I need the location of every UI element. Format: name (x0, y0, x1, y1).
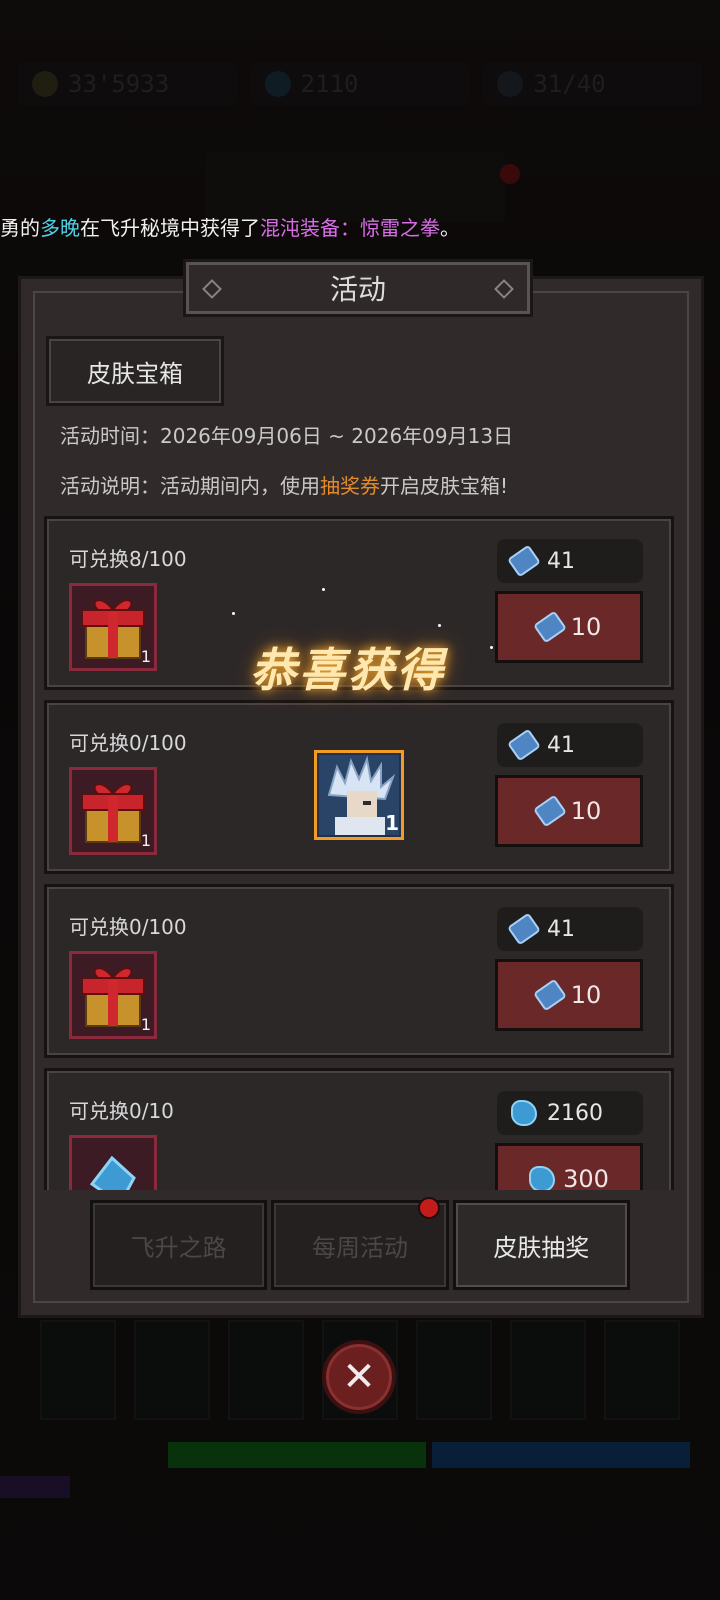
owned-count: 2160 (547, 1100, 603, 1126)
sparkle (490, 646, 493, 649)
exchange-card: 可兑换0/100 1 41 10 (44, 884, 674, 1058)
activity-description: 活动说明：活动期间内，使用抽奖券开启皮肤宝箱! (60, 470, 508, 499)
tab-skin-lottery[interactable]: 皮肤抽奖 (452, 1200, 630, 1290)
exchange-limit: 可兑换0/100 (69, 915, 187, 939)
tab-weekly-activity[interactable]: 每周活动 (271, 1197, 449, 1290)
desc-highlight: 抽奖券 (320, 474, 380, 498)
ticket-icon (507, 728, 541, 762)
sparkle (438, 624, 441, 627)
reward-quantity: 1 (385, 811, 399, 835)
owned-gems: 2160 (497, 1091, 643, 1135)
owned-count: 41 (547, 548, 575, 574)
owned-count: 41 (547, 732, 575, 758)
exchange-button[interactable]: 10 (495, 775, 643, 847)
tab-ascension-path[interactable]: 飞升之路 (90, 1200, 268, 1290)
exchange-limit: 可兑换0/100 (69, 731, 187, 755)
ticket-icon (507, 544, 541, 578)
activity-tabs: 飞升之路 每周活动 皮肤抽奖 (90, 1197, 630, 1290)
desc-suffix: 开启皮肤宝箱! (380, 474, 509, 498)
ticket-icon (532, 610, 567, 644)
exchange-list[interactable]: 可兑换8/100 1 41 10 可兑换0/100 1 41 10 可兑换0/1… (44, 516, 676, 1190)
exchange-price: 10 (570, 613, 602, 641)
gift-quantity: 1 (140, 1015, 151, 1034)
tab-skin-chest[interactable]: 皮肤宝箱 (46, 336, 224, 406)
gift-quantity: 1 (140, 647, 151, 666)
ticker-player-name: 多晚 (40, 216, 80, 240)
gift-quantity: 1 (140, 831, 151, 850)
gift-box-item[interactable]: 1 (69, 951, 157, 1039)
gift-box-item[interactable]: 1 (69, 583, 157, 671)
tab-label: 皮肤抽奖 (493, 1233, 590, 1262)
gift-box-item[interactable]: 1 (69, 767, 157, 855)
exchange-price: 10 (570, 797, 602, 825)
ticker-suffix: 。 (440, 216, 460, 240)
ticket-icon (507, 912, 541, 946)
blue-gem-icon (89, 1155, 136, 1190)
ticket-icon (532, 794, 567, 828)
panel-title-plate: 活动 (186, 262, 530, 314)
blue-gem-icon (511, 1100, 537, 1126)
gem-item[interactable] (69, 1135, 157, 1190)
reward-title: 恭喜获得 (250, 643, 446, 697)
sparkle (322, 588, 325, 591)
exchange-button[interactable]: 300 (495, 1143, 643, 1190)
ticker-item-name: 混沌装备：惊雷之拳 (260, 216, 440, 240)
ticker-prefix: 勇的 (0, 216, 40, 240)
owned-tickets: 41 (497, 907, 643, 951)
panel-title: 活动 (329, 273, 386, 306)
activity-time: 活动时间：2026年09月06日 ~ 2026年09月13日 (60, 424, 514, 448)
owned-tickets: 41 (497, 723, 643, 767)
close-icon: ✕ (342, 1354, 376, 1400)
exchange-card: 可兑换0/10 2160 300 (44, 1068, 674, 1190)
diamond-ornament-icon (494, 279, 514, 299)
exchange-limit: 可兑换8/100 (69, 547, 187, 571)
owned-count: 41 (547, 916, 575, 942)
exchange-button[interactable]: 10 (495, 959, 643, 1031)
exchange-price: 10 (570, 981, 602, 1009)
ticket-icon (532, 978, 567, 1012)
reward-item[interactable]: 1 (314, 750, 404, 840)
exchange-button[interactable]: 10 (495, 591, 643, 663)
broadcast-ticker: 勇的多晚在飞升秘境中获得了混沌装备：惊雷之拳。 (0, 212, 720, 246)
close-button[interactable]: ✕ (322, 1340, 396, 1414)
tab-label: 每周活动 (311, 1233, 408, 1262)
ticker-middle: 在飞升秘境中获得了 (80, 216, 260, 240)
owned-tickets: 41 (497, 539, 643, 583)
notification-badge (417, 1197, 440, 1219)
blue-gem-icon (529, 1166, 556, 1190)
desc-prefix: 活动说明：活动期间内，使用 (60, 474, 320, 498)
exchange-limit: 可兑换0/10 (69, 1099, 174, 1123)
sparkle (232, 612, 235, 615)
exchange-price: 300 (563, 1165, 609, 1190)
tab-label: 飞升之路 (130, 1233, 227, 1262)
diamond-ornament-icon (202, 279, 222, 299)
